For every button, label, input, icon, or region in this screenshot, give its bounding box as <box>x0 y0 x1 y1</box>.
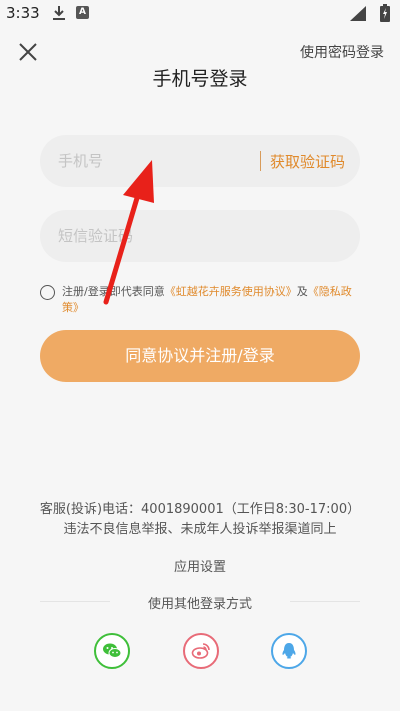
status-bar: 3:33 A <box>0 0 400 28</box>
wechat-login-button[interactable] <box>94 633 130 669</box>
battery-icon <box>380 4 390 22</box>
qq-login-button[interactable] <box>271 633 307 669</box>
agreement-prefix: 注册/登录即代表同意 <box>62 285 165 298</box>
app-settings-link[interactable]: 应用设置 <box>0 556 400 575</box>
signal-icon <box>350 6 366 21</box>
status-time: 3:33 <box>6 4 40 22</box>
get-code-button[interactable]: 获取验证码 <box>270 151 345 172</box>
register-login-button[interactable]: 同意协议并注册/登录 <box>40 330 360 382</box>
report-channel-text: 违法不良信息举报、未成年人投诉举报渠道同上 <box>63 522 337 537</box>
other-login-label: 使用其他登录方式 <box>147 597 252 612</box>
weibo-icon <box>191 643 210 659</box>
service-info: 客服(投诉)电话：4001890001（工作日8:30-17:00） 违法不良信… <box>0 500 400 540</box>
wechat-icon <box>103 643 122 658</box>
agreement-text: 注册/登录即代表同意《虹越花卉服务使用协议》及《隐私政策》 <box>62 284 362 316</box>
sms-code-input[interactable] <box>40 210 360 262</box>
field-separator <box>260 151 261 171</box>
a-icon: A <box>76 6 89 19</box>
divider-right <box>290 601 360 602</box>
password-login-link[interactable]: 使用密码登录 <box>300 42 384 62</box>
service-agreement-link[interactable]: 《虹越花卉服务使用协议》 <box>165 285 297 298</box>
agreement-and: 及 <box>296 285 308 298</box>
weibo-login-button[interactable] <box>183 633 219 669</box>
code-field-container <box>40 210 360 262</box>
close-icon[interactable] <box>16 40 40 64</box>
download-icon <box>53 6 65 20</box>
phone-field-container: 获取验证码 <box>40 135 360 187</box>
agreement-checkbox[interactable] <box>40 285 55 300</box>
service-phone-text: 客服(投诉)电话：4001890001（工作日8:30-17:00） <box>39 502 361 517</box>
qq-icon <box>282 643 296 659</box>
page-title: 手机号登录 <box>152 68 248 90</box>
app-settings-label[interactable]: 应用设置 <box>174 560 226 575</box>
